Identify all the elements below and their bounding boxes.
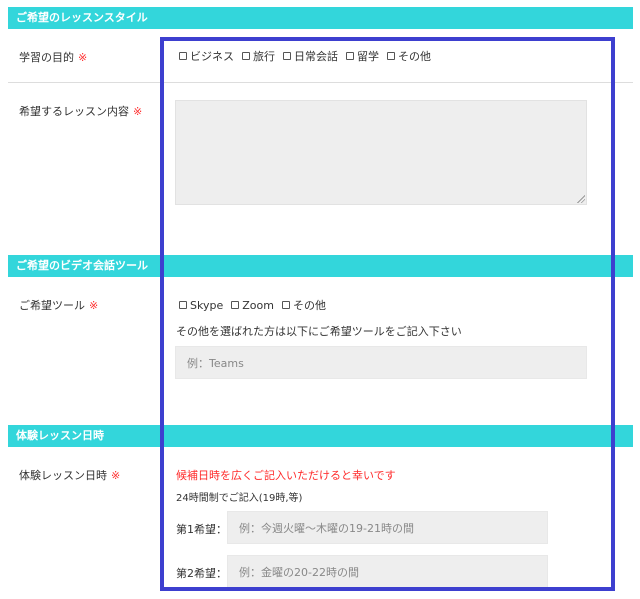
option-label: ビジネス — [190, 50, 234, 63]
checkbox[interactable] — [231, 301, 240, 309]
tool-option-other[interactable]: その他 — [281, 297, 326, 313]
trial-label: 体験レッスン日時 ※ — [19, 467, 120, 483]
checkbox[interactable] — [242, 52, 250, 60]
section-header-video-tool: ご希望のビデオ会話ツール — [8, 255, 633, 277]
required-mark: ※ — [111, 469, 121, 482]
option-label: その他 — [398, 50, 431, 63]
section-header-trial-date: 体験レッスン日時 — [8, 425, 633, 447]
tool-label: ご希望ツール ※ — [19, 297, 98, 313]
checkbox[interactable] — [387, 52, 395, 60]
option-label: Skype — [190, 298, 224, 312]
first-preference-placeholder: 例：今週火曜〜木曜の19-21時の間 — [239, 521, 414, 535]
option-label: その他 — [292, 299, 326, 312]
second-preference-input[interactable]: 例：金曜の20-22時の間 — [227, 555, 548, 588]
lesson-content-label-text: 希望するレッスン内容 — [19, 105, 129, 118]
tool-hint: その他を選ばれた方は以下にご希望ツールをご記入下さい — [176, 325, 462, 338]
trial-label-text: 体験レッスン日時 — [19, 469, 107, 482]
trial-format-hint: 24時間制でご記入(19時,等) — [176, 493, 303, 504]
checkbox[interactable] — [281, 301, 290, 309]
option-label: 留学 — [357, 50, 379, 63]
required-mark: ※ — [133, 105, 143, 118]
purpose-option-business[interactable]: ビジネス — [179, 48, 234, 64]
purpose-label-text: 学習の目的 — [19, 51, 74, 64]
purpose-option-other[interactable]: その他 — [387, 48, 431, 64]
purpose-option-study-abroad[interactable]: 留学 — [346, 48, 379, 64]
checkbox[interactable] — [283, 52, 291, 60]
option-label: 日常会話 — [294, 50, 338, 63]
checkbox[interactable] — [346, 52, 354, 60]
second-preference-label: 第2希望： — [176, 567, 227, 580]
tool-option-zoom[interactable]: Zoom — [231, 299, 274, 312]
first-preference-label: 第1希望： — [176, 523, 227, 536]
row-divider — [8, 82, 633, 83]
trial-notice: 候補日時を広くご記入いただけると幸いです — [176, 469, 396, 482]
purpose-option-daily-conversation[interactable]: 日常会話 — [283, 48, 338, 64]
tool-options: Skype Zoom その他 — [179, 297, 334, 313]
second-preference-placeholder: 例：金曜の20-22時の間 — [239, 565, 359, 579]
option-label: 旅行 — [253, 50, 275, 63]
option-label: Zoom — [242, 298, 274, 312]
tool-other-input[interactable]: 例：Teams — [175, 346, 587, 379]
purpose-label: 学習の目的 ※ — [19, 49, 87, 65]
resize-grip-icon[interactable] — [577, 195, 585, 203]
purpose-option-travel[interactable]: 旅行 — [242, 48, 275, 64]
section-header-lesson-style: ご希望のレッスンスタイル — [8, 7, 633, 29]
checkbox[interactable] — [179, 301, 187, 309]
checkbox[interactable] — [179, 52, 187, 60]
purpose-options: ビジネス 旅行 日常会話 留学 その他 — [179, 48, 439, 64]
required-mark: ※ — [78, 51, 88, 64]
tool-option-skype[interactable]: Skype — [179, 299, 223, 312]
lesson-content-textarea[interactable] — [175, 100, 587, 205]
first-preference-input[interactable]: 例：今週火曜〜木曜の19-21時の間 — [227, 511, 548, 544]
tool-other-placeholder: 例：Teams — [187, 356, 244, 370]
lesson-content-label: 希望するレッスン内容 ※ — [19, 103, 142, 119]
required-mark: ※ — [89, 299, 99, 312]
tool-label-text: ご希望ツール — [19, 299, 85, 312]
